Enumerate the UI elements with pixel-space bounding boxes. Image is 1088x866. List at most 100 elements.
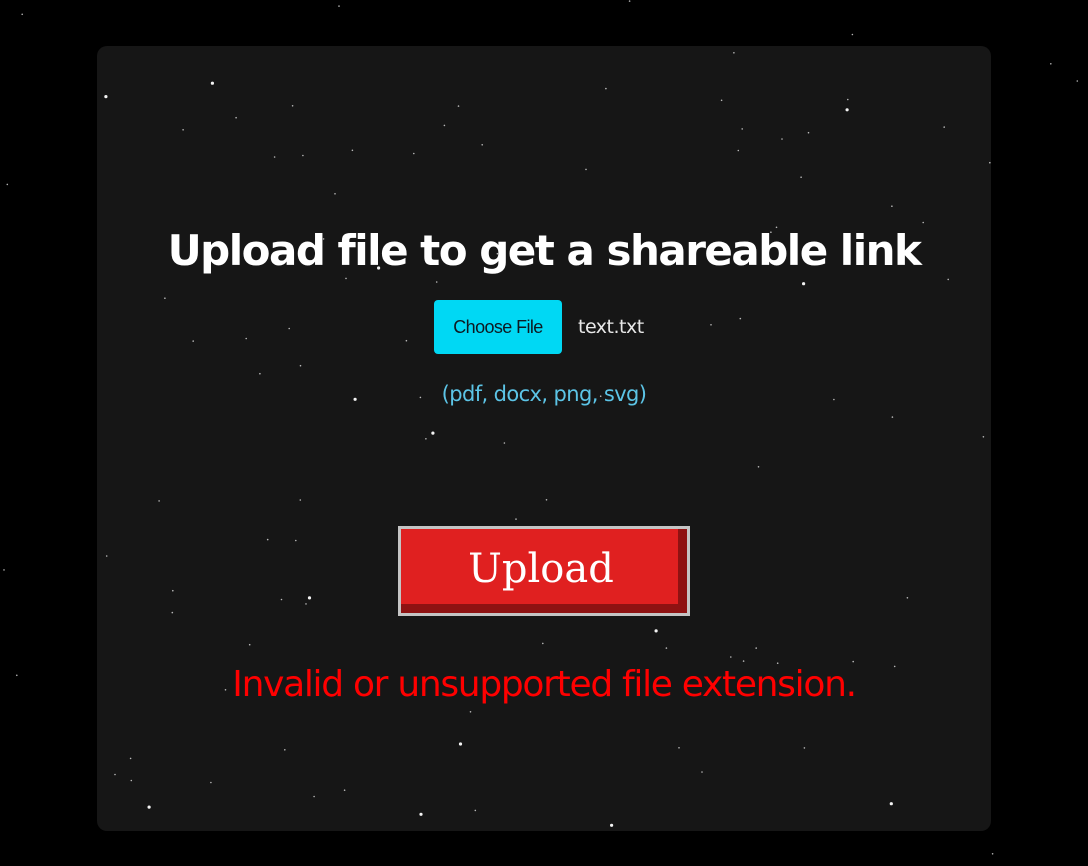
star (307, 596, 312, 600)
allowed-file-types: (pdf, docx, png, svg) (441, 382, 647, 406)
star (845, 108, 849, 112)
star (610, 823, 614, 827)
star (291, 105, 294, 107)
star (982, 436, 985, 438)
star (847, 98, 849, 101)
star (192, 340, 194, 342)
star (807, 131, 810, 134)
star (266, 538, 269, 541)
star (481, 144, 484, 146)
star (585, 168, 587, 171)
star (701, 771, 703, 773)
star (305, 603, 307, 605)
star (6, 183, 9, 186)
star (906, 597, 909, 599)
star (164, 297, 166, 299)
star (545, 499, 548, 501)
star (343, 789, 346, 791)
star (720, 99, 723, 102)
choose-file-button[interactable]: Choose File (434, 300, 562, 354)
star (852, 660, 854, 663)
star (474, 809, 477, 812)
card-stars (104, 52, 991, 827)
star (443, 124, 446, 127)
star (351, 149, 354, 152)
upload-button-label: Upload (468, 546, 614, 592)
star (989, 161, 991, 164)
upload-card: Upload file to get a shareable link Choo… (97, 46, 991, 831)
star (129, 757, 132, 760)
star (338, 5, 340, 7)
star (158, 500, 160, 502)
star (802, 282, 806, 286)
star (182, 129, 184, 131)
star (114, 773, 116, 776)
star (739, 317, 742, 320)
star (284, 749, 286, 751)
star (665, 647, 668, 649)
star (781, 138, 783, 140)
star (515, 518, 517, 520)
star (435, 281, 438, 283)
star (943, 126, 945, 128)
file-input-row: Choose File text.txt (434, 300, 644, 354)
star (654, 629, 658, 633)
star (302, 154, 304, 157)
star (457, 105, 460, 107)
star (737, 149, 740, 152)
star (851, 33, 854, 36)
star (710, 324, 712, 326)
star (1050, 63, 1052, 65)
upload-button[interactable]: Upload (398, 526, 690, 616)
star (730, 656, 732, 658)
star (891, 416, 894, 418)
star (542, 642, 544, 645)
star (104, 95, 108, 99)
star (273, 156, 276, 158)
star (334, 193, 336, 195)
star (299, 499, 302, 501)
star (210, 781, 212, 784)
star (469, 711, 472, 713)
star (733, 52, 735, 54)
star (147, 805, 151, 809)
star (425, 438, 427, 440)
star (172, 589, 174, 592)
star (1076, 80, 1079, 82)
star (503, 442, 506, 444)
star (21, 13, 24, 16)
star (991, 853, 994, 855)
star (259, 372, 261, 375)
star (605, 87, 607, 90)
selected-file-name: text.txt (578, 316, 644, 338)
star (171, 611, 174, 614)
star (235, 116, 237, 119)
star (210, 81, 214, 85)
star (891, 205, 893, 207)
star (299, 364, 302, 367)
star (288, 327, 290, 330)
star (313, 795, 315, 798)
star (413, 152, 415, 155)
page-title: Upload file to get a shareable link (167, 226, 922, 275)
star (105, 555, 108, 557)
star (280, 598, 283, 601)
star (889, 802, 893, 806)
star (405, 339, 408, 342)
error-message: Invalid or unsupported file extension. (232, 664, 857, 705)
star (742, 660, 745, 662)
star (431, 431, 435, 435)
star (757, 466, 760, 468)
star (755, 647, 757, 649)
star (295, 539, 297, 542)
star (248, 643, 251, 646)
starfield-background: Upload file to get a shareable link Choo… (0, 0, 1088, 866)
star (419, 812, 423, 816)
star (3, 569, 5, 571)
star (803, 747, 806, 749)
star (15, 674, 18, 677)
star (130, 779, 133, 782)
star (458, 742, 463, 746)
star (741, 128, 743, 130)
star (800, 176, 802, 178)
